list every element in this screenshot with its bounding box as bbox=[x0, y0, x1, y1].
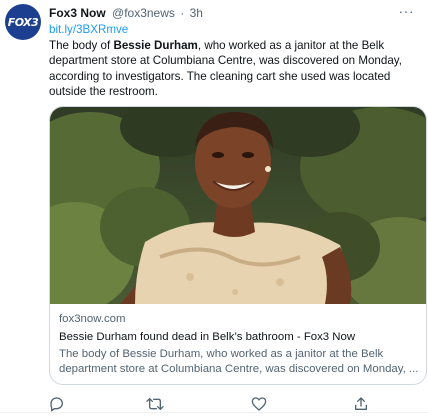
author-name[interactable]: Fox3 Now bbox=[49, 6, 106, 20]
tweet-header: Fox3 Now @fox3news · 3h bbox=[49, 5, 203, 21]
tweet[interactable]: FOX3 Fox3 Now @fox3news · 3h ··· bit.ly/… bbox=[0, 0, 428, 413]
author-handle[interactable]: @fox3news bbox=[112, 6, 175, 20]
tweet-actions bbox=[0, 396, 428, 414]
card-title: Bessie Durham found dead in Belk’s bathr… bbox=[59, 331, 356, 343]
card-image[interactable] bbox=[50, 107, 426, 304]
more-options-icon[interactable]: ··· bbox=[399, 3, 415, 19]
avatar-logo-text: FOX3 bbox=[7, 15, 39, 29]
tweet-text-bold: Bessie Durham bbox=[113, 38, 198, 52]
card-domain: fox3now.com bbox=[59, 313, 126, 325]
card-description: The body of Bessie Durham, who worked as… bbox=[59, 348, 419, 375]
like-icon[interactable] bbox=[251, 396, 267, 412]
tweet-timestamp[interactable]: 3h bbox=[190, 6, 203, 20]
card-body[interactable]: fox3now.com Bessie Durham found dead in … bbox=[59, 312, 419, 377]
tweet-link[interactable]: bit.ly/3BXRmve bbox=[49, 22, 421, 38]
header-separator: · bbox=[180, 6, 185, 20]
tweet-text-part1: The body of bbox=[49, 38, 114, 52]
retweet-icon[interactable] bbox=[146, 396, 164, 412]
share-icon[interactable] bbox=[353, 396, 369, 412]
tweet-text: bit.ly/3BXRmve The body of Bessie Durham… bbox=[49, 22, 421, 100]
link-card[interactable]: fox3now.com Bessie Durham found dead in … bbox=[49, 106, 427, 385]
avatar[interactable]: FOX3 bbox=[5, 4, 41, 40]
reply-icon[interactable] bbox=[49, 396, 65, 412]
